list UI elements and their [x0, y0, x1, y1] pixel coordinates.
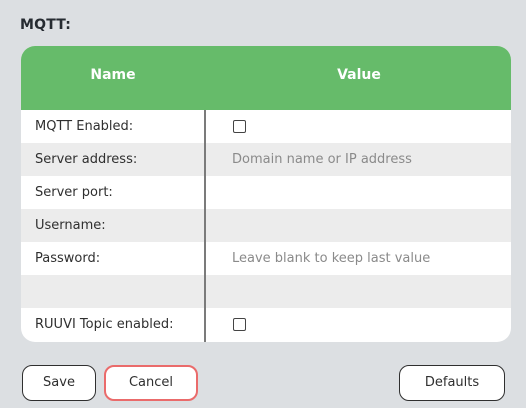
username-label: Username: — [35, 218, 106, 233]
ruuvi-topic-label: RUUVI Topic enabled: — [35, 317, 174, 332]
password-input[interactable]: Leave blank to keep last value — [232, 242, 430, 275]
table-header: Name Value — [21, 46, 511, 110]
username-input[interactable] — [232, 209, 492, 242]
table-row-ruuvi-topic: RUUVI Topic enabled: — [21, 308, 511, 341]
save-button[interactable]: Save — [22, 365, 96, 401]
cancel-button[interactable]: Cancel — [104, 365, 198, 401]
password-label: Password: — [35, 251, 101, 266]
column-header-name: Name — [90, 67, 136, 83]
column-header-value: Value — [337, 67, 381, 83]
ruuvi-topic-checkbox[interactable] — [233, 318, 246, 331]
table-row-mqtt-enabled: MQTT Enabled: — [21, 110, 511, 143]
mqtt-enabled-label: MQTT Enabled: — [35, 119, 134, 134]
server-address-label: Server address: — [35, 152, 138, 167]
defaults-button[interactable]: Defaults — [399, 365, 505, 401]
section-title: MQTT: — [20, 17, 72, 33]
column-divider — [204, 110, 206, 342]
table-row-server-port: Server port: — [21, 176, 511, 209]
server-port-label: Server port: — [35, 185, 113, 200]
table-row-username: Username: — [21, 209, 511, 242]
server-address-input[interactable]: Domain name or IP address — [232, 143, 412, 176]
server-port-input[interactable] — [232, 176, 492, 209]
table-row-server-address: Server address: Domain name or IP addres… — [21, 143, 511, 176]
table-row-password: Password: Leave blank to keep last value — [21, 242, 511, 275]
mqtt-enabled-checkbox[interactable] — [233, 120, 246, 133]
mqtt-settings-table: Name Value MQTT Enabled: Server address:… — [21, 46, 511, 342]
table-row-spacer — [21, 275, 511, 308]
